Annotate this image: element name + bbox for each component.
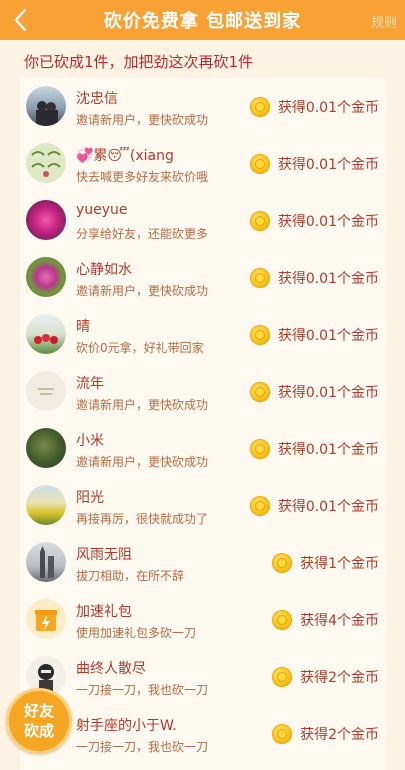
reward: 获得0.01个金币 [249, 381, 379, 403]
reward-text: 获得0.01个金币 [277, 271, 379, 287]
reward-text: 获得0.01个金币 [277, 499, 379, 515]
helper-desc: 分享给好友，还能砍更多 [76, 227, 209, 241]
helper-desc: 砍价0元拿，好礼带回家 [76, 341, 204, 355]
helper-name: 流年 [76, 376, 104, 392]
coin-icon [272, 610, 293, 630]
avatar [26, 485, 66, 525]
avatar [26, 143, 66, 183]
reward: 获得0.01个金币 [249, 267, 379, 289]
friend-bargain-button[interactable]: 好友 砍成 [6, 688, 72, 754]
helper-row: 💞累😴(xiang 快去喊更多好友来砍价哦 获得0.01个金币 [20, 135, 387, 192]
coin-icon [249, 439, 270, 459]
helper-row: 风雨无阻 拔刀相助，在所不辞 获得1个金币 [20, 534, 387, 591]
fab-label-line1: 好友 [23, 702, 54, 720]
helper-row: yueyue 分享给好友，还能砍更多 获得0.01个金币 [20, 192, 387, 249]
reward-text: 获得2个金币 [300, 670, 379, 686]
reward-text: 获得4个金币 [300, 613, 379, 629]
helper-row: 阳光 再接再厉，很快就成功了 获得0.01个金币 [20, 477, 387, 534]
helper-desc: 邀请新用户，更快砍成功 [76, 398, 209, 412]
coin-icon [249, 154, 270, 174]
helper-row: 射手座的小于W. 一刀接一刀，我也砍一刀 获得2个金币 [20, 705, 387, 762]
helper-row: 加速礼包 使用加速礼包多砍一刀 获得4个金币 [20, 591, 387, 648]
avatar [26, 86, 66, 126]
helper-row: 晴 砍价0元拿，好礼带回家 获得0.01个金币 [20, 306, 387, 363]
avatar [26, 542, 66, 582]
helper-desc: 快去喊更多好友来砍价哦 [76, 170, 209, 184]
avatar [26, 257, 66, 297]
coin-icon [249, 211, 270, 231]
helper-name: 小米 [76, 433, 104, 449]
helper-desc: 邀请新用户，更快砍成功 [76, 455, 209, 469]
coin-icon [249, 496, 270, 516]
reward-text: 获得0.01个金币 [277, 100, 379, 116]
helper-row: 小米 邀请新用户，更快砍成功 获得0.01个金币 [20, 420, 387, 477]
helper-name: 加速礼包 [76, 604, 132, 620]
reward-text: 获得0.01个金币 [277, 442, 379, 458]
helper-name: yueyue [76, 202, 128, 218]
reward-text: 获得1个金币 [300, 556, 379, 572]
helper-row: 沈忠信 邀请新用户，更快砍成功 获得0.01个金币 [20, 78, 387, 135]
reward-text: 获得0.01个金币 [277, 214, 379, 230]
coin-icon [249, 382, 270, 402]
helper-desc: 一刀接一刀，我也砍一刀 [76, 683, 209, 697]
helper-name: 风雨无阻 [76, 547, 132, 563]
header-bar: 砍价免费拿 包邮送到家 规则 [0, 0, 405, 40]
coin-icon [249, 97, 270, 117]
helper-desc: 邀请新用户，更快砍成功 [76, 284, 209, 298]
helper-desc: 邀请新用户，更快砍成功 [76, 113, 209, 127]
avatar [26, 371, 66, 411]
coin-icon [272, 724, 293, 744]
helper-row: 曲终人散尽 一刀接一刀，我也砍一刀 获得2个金币 [20, 648, 387, 705]
avatar [26, 200, 66, 240]
reward: 获得2个金币 [272, 666, 379, 688]
reward: 获得0.01个金币 [249, 153, 379, 175]
reward: 获得0.01个金币 [249, 210, 379, 232]
coin-icon [272, 553, 293, 573]
gift-bolt-icon [35, 610, 57, 631]
reward-text: 获得0.01个金币 [277, 157, 379, 173]
reward: 获得0.01个金币 [249, 324, 379, 346]
avatar [26, 428, 66, 468]
progress-banner: 你已砍成1件，加把劲这次再砍1件 [24, 53, 254, 71]
reward: 获得2个金币 [272, 723, 379, 745]
coin-icon [272, 667, 293, 687]
helper-name: 💞累😴(xiang [76, 148, 174, 164]
reward: 获得0.01个金币 [249, 438, 379, 460]
helper-row: 流年 邀请新用户，更快砍成功 获得0.01个金币 [20, 363, 387, 420]
rules-link[interactable]: 规则 [371, 12, 397, 31]
reward-text: 获得2个金币 [300, 727, 379, 743]
coin-icon [249, 268, 270, 288]
reward-text: 获得0.01个金币 [277, 385, 379, 401]
helper-desc: 再接再厉，很快就成功了 [76, 512, 209, 526]
helper-desc: 一刀接一刀，我也砍一刀 [76, 740, 209, 754]
helper-name: 晴 [76, 319, 90, 335]
helper-name: 沈忠信 [76, 91, 118, 107]
helper-desc: 使用加速礼包多砍一刀 [76, 626, 197, 640]
helper-list: 沈忠信 邀请新用户，更快砍成功 获得0.01个金币 💞累😴(xiang 快去喊更… [20, 78, 387, 770]
helper-name: 心静如水 [76, 262, 132, 278]
fab-label-line2: 砍成 [23, 722, 54, 740]
helper-name: 曲终人散尽 [76, 661, 146, 677]
page-title: 砍价免费拿 包邮送到家 [103, 11, 302, 32]
reward: 获得4个金币 [272, 609, 379, 631]
avatar [26, 599, 66, 639]
reward: 获得1个金币 [272, 552, 379, 574]
helper-row: 心静如水 邀请新用户，更快砍成功 获得0.01个金币 [20, 249, 387, 306]
coin-icon [249, 325, 270, 345]
back-button[interactable] [8, 6, 32, 34]
helper-name: 阳光 [76, 490, 104, 506]
avatar [26, 314, 66, 354]
reward-text: 获得0.01个金币 [277, 328, 379, 344]
reward: 获得0.01个金币 [249, 495, 379, 517]
chevron-left-icon [14, 8, 27, 32]
helper-desc: 拔刀相助，在所不辞 [76, 569, 185, 583]
reward: 获得0.01个金币 [249, 96, 379, 118]
helper-name: 射手座的小于W. [76, 718, 177, 734]
